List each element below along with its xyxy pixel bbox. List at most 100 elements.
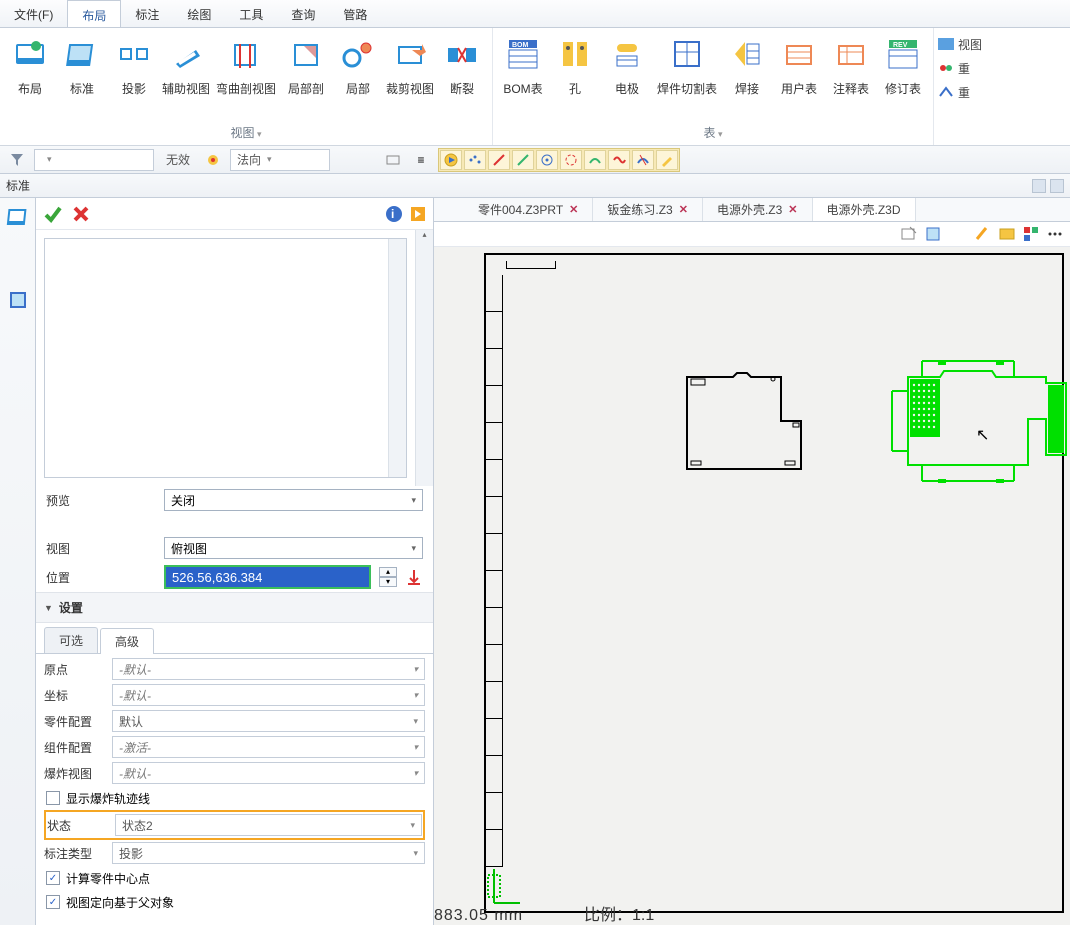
preview-scrollbar[interactable] — [388, 239, 406, 477]
state-dd[interactable]: 状态2 — [115, 814, 422, 836]
rb-electrode[interactable]: 电极 — [601, 28, 653, 101]
rb-local[interactable]: 局部 — [332, 28, 384, 101]
panel-min-icon[interactable] — [1032, 179, 1046, 193]
position-spinner[interactable]: ▴▾ — [379, 567, 397, 587]
ct-box-icon[interactable] — [998, 225, 1016, 243]
curve3-icon[interactable] — [632, 150, 654, 170]
rb-weldcut[interactable]: 焊件切割表 — [653, 28, 721, 101]
menu-annotate[interactable]: 标注 — [121, 0, 173, 27]
position-label: 位置 — [46, 569, 156, 586]
rb-bom[interactable]: BOMBOM表 — [497, 28, 549, 101]
arc-icon[interactable] — [560, 150, 582, 170]
rb-projection[interactable]: 投影 — [108, 28, 160, 101]
side-sheet-icon[interactable] — [6, 204, 30, 228]
close-icon[interactable]: ✕ — [679, 203, 688, 216]
ribbon-group-table: BOMBOM表 孔 电极 焊件切割表 焊接 用户表 注释表 REV修订表 表 — [493, 28, 934, 145]
rb-break[interactable]: 断裂 — [436, 28, 488, 101]
menu-layout[interactable]: 布局 — [67, 0, 121, 27]
rb-cropview[interactable]: 裁剪视图 — [384, 28, 436, 101]
rb-aux[interactable]: 辅助视图 — [160, 28, 212, 101]
doc-tab-2[interactable]: 钣金练习.Z3✕ — [593, 198, 703, 221]
rb-annotab[interactable]: 注释表 — [825, 28, 877, 101]
sec-icon-a[interactable] — [202, 149, 224, 171]
orient-parent-label: 视图定向基于父对象 — [66, 894, 174, 911]
partcfg-label: 零件配置 — [44, 713, 112, 730]
info-icon[interactable]: i — [385, 205, 403, 223]
orient-parent-chk[interactable]: ✓ — [46, 895, 60, 909]
menu-pipe[interactable]: 管路 — [329, 0, 381, 27]
panel-scrollbar[interactable]: ▴ — [415, 230, 433, 486]
coord-dd[interactable]: -默认- — [112, 684, 425, 706]
explode-dd[interactable]: -默认- — [112, 762, 425, 784]
partcfg-dd[interactable]: 默认 — [112, 710, 425, 732]
line1-icon[interactable] — [488, 150, 510, 170]
rb-rev[interactable]: REV修订表 — [877, 28, 929, 101]
rb-hole[interactable]: 孔 — [549, 28, 601, 101]
view-dropdown[interactable]: 俯视图 — [164, 537, 423, 559]
calc-center-label: 计算零件中心点 — [66, 870, 150, 887]
target-icon[interactable] — [536, 150, 558, 170]
play-icon[interactable] — [440, 150, 462, 170]
coord-label: 坐标 — [44, 687, 112, 704]
side-strip — [0, 198, 36, 925]
close-icon[interactable]: ✕ — [788, 203, 797, 216]
ok-icon[interactable] — [42, 203, 64, 225]
svg-text:REV: REV — [893, 42, 908, 49]
doc-tab-4[interactable]: 电源外壳.Z3D — [813, 198, 916, 221]
ct-sheet-icon[interactable] — [924, 225, 942, 243]
side-book-icon[interactable] — [6, 288, 30, 312]
origin-dd[interactable]: -默认- — [112, 658, 425, 680]
ct-dots-icon[interactable] — [1046, 225, 1064, 243]
preview-label: 预览 — [46, 492, 156, 509]
ct-brush-icon[interactable] — [974, 225, 992, 243]
next-icon[interactable] — [409, 205, 427, 223]
cancel-icon[interactable] — [70, 203, 92, 225]
rs-redo1[interactable]: 重 — [938, 56, 990, 80]
preview-dropdown[interactable]: 关闭 — [164, 489, 423, 511]
pencil-icon[interactable] — [656, 150, 678, 170]
rb-weld[interactable]: 焊接 — [721, 28, 773, 101]
tab-advanced[interactable]: 高级 — [100, 628, 154, 654]
calc-center-chk[interactable]: ✓ — [46, 871, 60, 885]
canvas-tools — [434, 222, 1070, 247]
rb-bendsec[interactable]: 弯曲剖视图 — [212, 28, 280, 101]
close-icon[interactable]: ✕ — [569, 203, 578, 216]
rs-redo2[interactable]: 重 — [938, 80, 990, 104]
sec-icon-c[interactable]: ≡ — [410, 149, 432, 171]
preview-box — [44, 238, 407, 478]
settings-header[interactable]: 设置 — [36, 592, 433, 623]
annotype-dd[interactable]: 投影 — [112, 842, 425, 864]
dots-icon[interactable] — [464, 150, 486, 170]
curve1-icon[interactable] — [584, 150, 606, 170]
rb-localsec[interactable]: 局部剖 — [280, 28, 332, 101]
doc-tab-1[interactable]: 零件004.Z3PRT✕ — [464, 198, 593, 221]
panel-close-icon[interactable] — [1050, 179, 1064, 193]
position-input[interactable]: 526.56,636.384 — [164, 565, 371, 589]
menu-tools[interactable]: 工具 — [225, 0, 277, 27]
sec-normal-dd[interactable]: 法向 — [230, 149, 330, 171]
sec-icon-b[interactable] — [382, 149, 404, 171]
pick-point-icon[interactable] — [405, 568, 423, 586]
rb-standard[interactable]: 标准 — [56, 28, 108, 101]
ct-color-icon[interactable] — [1022, 225, 1040, 243]
rb-user[interactable]: 用户表 — [773, 28, 825, 101]
sec-dropdown-1[interactable] — [34, 149, 154, 171]
filter-icon[interactable] — [6, 149, 28, 171]
rs-view[interactable]: 视图 — [938, 32, 990, 56]
menu-draw[interactable]: 绘图 — [173, 0, 225, 27]
ct-export-icon[interactable] — [900, 225, 918, 243]
sec-invalid-label: 无效 — [160, 151, 196, 168]
curve2-icon[interactable] — [608, 150, 630, 170]
menu-query[interactable]: 查询 — [277, 0, 329, 27]
asmcfg-dd[interactable]: -激活- — [112, 736, 425, 758]
show-explode-chk[interactable] — [46, 791, 60, 805]
menu-file[interactable]: 文件(F) — [0, 0, 67, 27]
canvas[interactable]: ↖ 883.05 mm 比例：1:1 — [434, 247, 1070, 925]
line2-icon[interactable] — [512, 150, 534, 170]
annotype-label: 标注类型 — [44, 845, 112, 862]
rb-layout[interactable]: 布局 — [4, 28, 56, 101]
part-flat-green — [878, 355, 1070, 495]
doc-tab-3[interactable]: 电源外壳.Z3✕ — [703, 198, 813, 221]
ribbon-group-view-label: 视图 — [230, 122, 261, 145]
tab-optional[interactable]: 可选 — [44, 627, 98, 653]
